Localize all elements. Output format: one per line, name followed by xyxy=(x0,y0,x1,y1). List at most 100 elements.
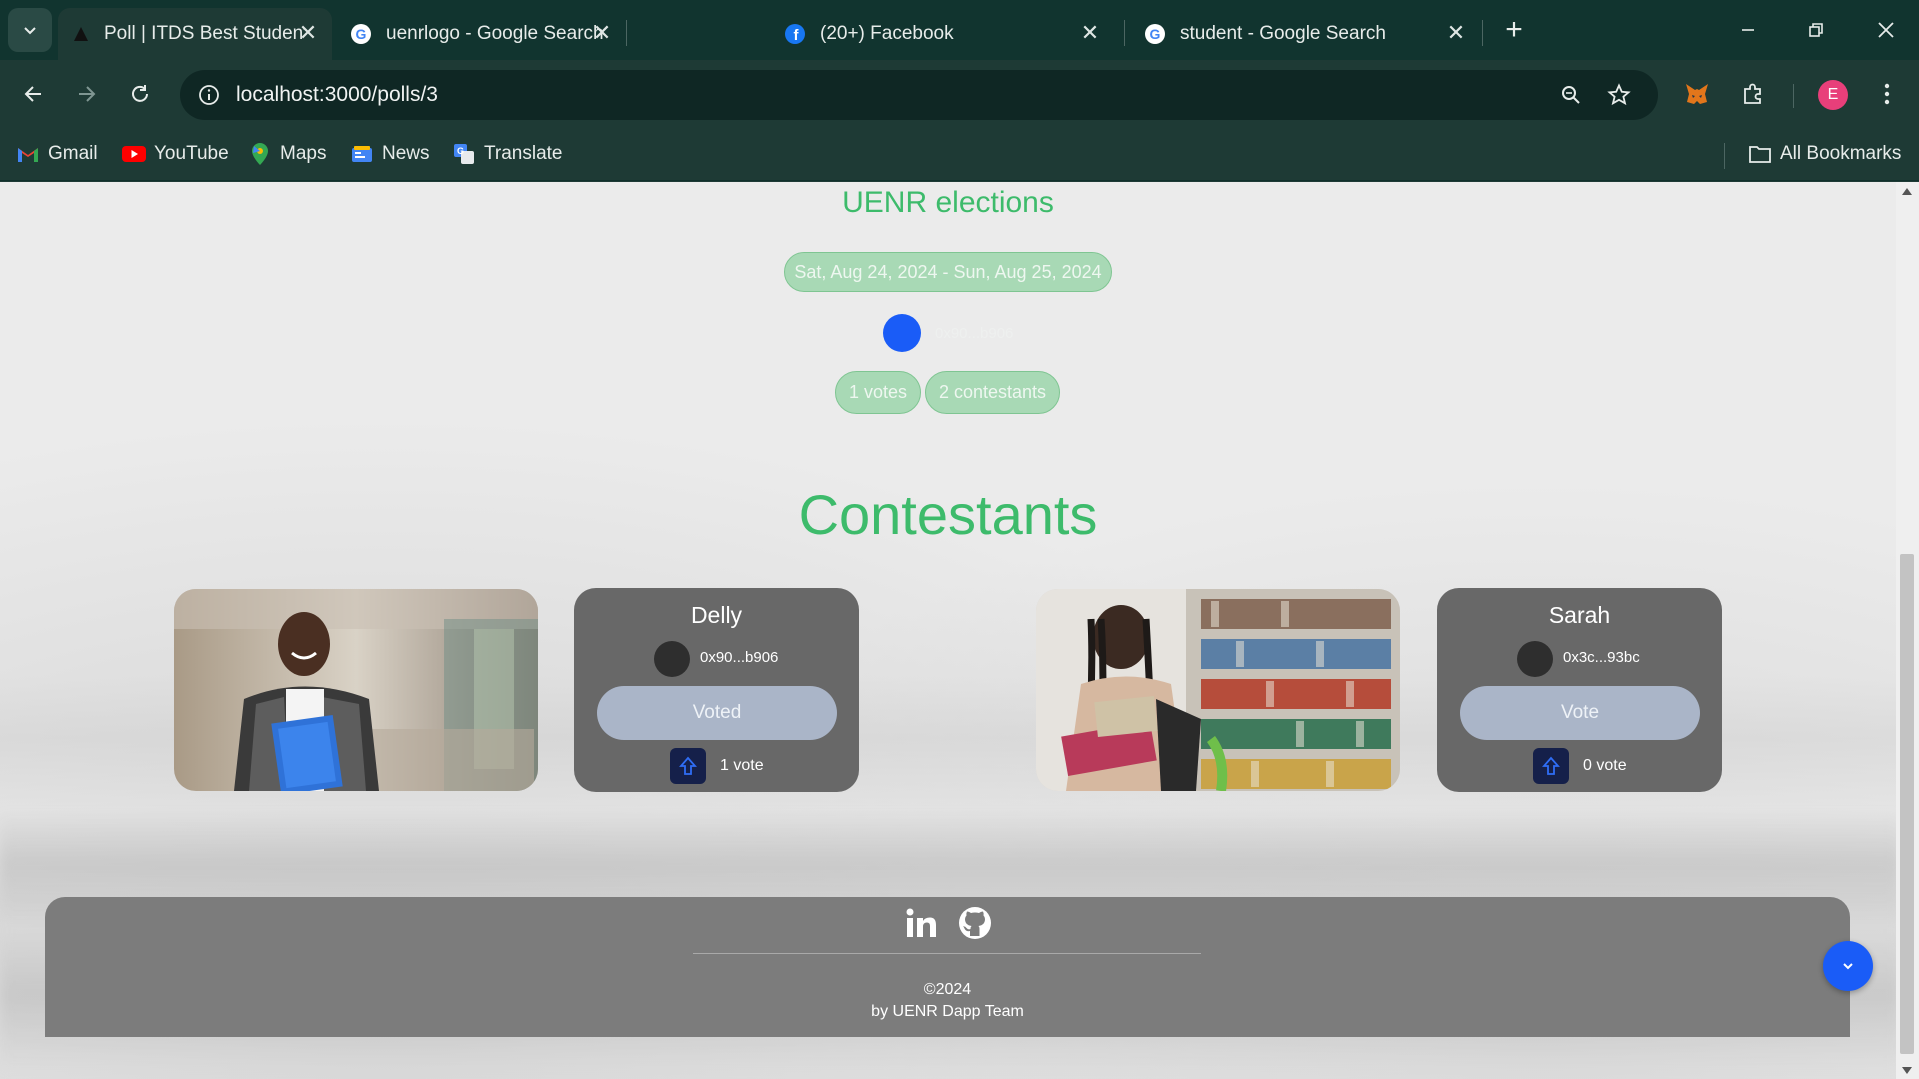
all-bookmarks-label: All Bookmarks xyxy=(1780,143,1902,164)
url-text: localhost:3000/polls/3 xyxy=(236,83,438,106)
triangle-logo-icon xyxy=(74,27,88,41)
arrow-left-icon xyxy=(24,86,41,102)
vote-count: 0 vote xyxy=(1583,757,1627,774)
minimize-button[interactable] xyxy=(1720,8,1776,52)
close-tab-icon[interactable]: ✕ xyxy=(1444,20,1468,45)
team-byline: by UENR Dapp Team xyxy=(871,1003,1024,1020)
page-footer: ©2024 by UENR Dapp Team xyxy=(45,897,1850,1037)
bookmark-label: Gmail xyxy=(48,143,98,164)
svg-text:G: G xyxy=(457,146,464,156)
bookmarks-bar: Gmail YouTube Maps News G Translate All … xyxy=(0,129,1919,181)
zoom-icon[interactable] xyxy=(1556,80,1586,110)
reload-icon xyxy=(132,85,148,102)
svg-text:G: G xyxy=(356,26,367,42)
scroll-up-arrow[interactable] xyxy=(1902,188,1912,195)
maps-icon xyxy=(248,142,272,166)
all-bookmarks-button[interactable]: All Bookmarks xyxy=(1748,139,1901,169)
bookmarks-separator xyxy=(1724,143,1725,169)
contestant-address: 0x3c...93bc xyxy=(1563,649,1640,666)
extensions-puzzle-icon[interactable] xyxy=(1734,75,1772,113)
poll-date-range: Sat, Aug 24, 2024 - Sun, Aug 25, 2024 xyxy=(784,252,1112,292)
contestant-photo-delly xyxy=(174,589,538,791)
back-button[interactable] xyxy=(14,74,54,114)
tab-separator xyxy=(1482,20,1483,46)
bookmark-label: Maps xyxy=(280,143,327,164)
tab-poll[interactable]: Poll | ITDS Best Student Awards ✕ xyxy=(58,8,332,60)
reload-button[interactable] xyxy=(120,74,160,114)
contestants-count-badge: 2 contestants xyxy=(925,371,1060,414)
bookmark-translate[interactable]: G Translate xyxy=(452,139,563,169)
github-icon[interactable] xyxy=(957,905,993,941)
toolbar-separator xyxy=(1793,84,1794,108)
upvote-icon[interactable] xyxy=(1533,748,1569,784)
contestant-name: Delly xyxy=(690,602,743,628)
svg-text:G: G xyxy=(1150,26,1161,42)
metamask-extension-icon[interactable] xyxy=(1678,75,1716,113)
footer-divider xyxy=(693,953,1201,954)
scroll-down-button[interactable] xyxy=(1823,941,1873,991)
tab-title: uenrlogo - Google Search xyxy=(386,23,604,44)
more-menu-icon[interactable] xyxy=(1868,75,1906,113)
bookmark-gmail[interactable]: Gmail xyxy=(16,139,98,169)
contestant-photo-sarah xyxy=(1036,589,1400,791)
tab-search-button[interactable] xyxy=(8,8,52,52)
google-icon: G xyxy=(1145,24,1165,44)
tab-title: Poll | ITDS Best Student Awards xyxy=(104,23,304,44)
tab-separator xyxy=(1124,20,1125,46)
bookmark-star-icon[interactable] xyxy=(1604,80,1634,110)
gmail-icon xyxy=(16,142,40,166)
folder-icon xyxy=(1748,142,1772,166)
close-tab-icon[interactable]: ✕ xyxy=(296,20,320,45)
bookmark-label: Translate xyxy=(484,143,563,164)
close-tab-icon[interactable]: ✕ xyxy=(590,20,614,45)
close-icon xyxy=(1878,22,1894,38)
contestant-card-sarah: Sarah 0x3c...93bc Vote 0 vote xyxy=(1437,588,1722,792)
profile-avatar[interactable]: E xyxy=(1818,80,1848,110)
social-links xyxy=(45,905,1850,941)
restore-button[interactable] xyxy=(1788,8,1844,52)
translate-icon: G xyxy=(452,142,476,166)
minimize-icon xyxy=(1742,29,1754,31)
close-tab-icon[interactable]: ✕ xyxy=(1078,20,1102,45)
arrow-right-icon xyxy=(79,86,96,102)
upvote-icon[interactable] xyxy=(670,748,706,784)
contestant-name: Sarah xyxy=(1548,602,1611,628)
new-tab-button[interactable]: + xyxy=(1494,12,1534,48)
tab-title: (20+) Facebook xyxy=(820,23,954,44)
copyright-text: ©2024 xyxy=(923,981,972,998)
bookmark-label: News xyxy=(382,143,430,164)
forward-button[interactable] xyxy=(66,74,106,114)
contestant-avatar xyxy=(654,641,690,677)
bookmark-news[interactable]: News xyxy=(350,139,430,169)
bookmark-youtube[interactable]: YouTube xyxy=(122,139,229,169)
page-scrollbar[interactable] xyxy=(1896,182,1919,1079)
news-icon xyxy=(350,142,374,166)
address-bar[interactable]: localhost:3000/polls/3 xyxy=(180,70,1658,120)
vote-count: 1 vote xyxy=(720,757,764,774)
contestant-card-delly: Delly 0x90...b906 Voted 1 vote xyxy=(574,588,859,792)
tab-title: student - Google Search xyxy=(1180,23,1386,44)
bookmark-maps[interactable]: Maps xyxy=(248,139,326,169)
tab-uenrlogo-search[interactable]: G uenrlogo - Google Search ✕ xyxy=(336,8,626,60)
site-info-icon[interactable] xyxy=(194,80,224,110)
contestant-avatar xyxy=(1517,641,1553,677)
youtube-icon xyxy=(122,142,146,166)
scroll-down-arrow[interactable] xyxy=(1902,1067,1912,1074)
scrollbar-thumb[interactable] xyxy=(1900,554,1914,1054)
tab-student-search[interactable]: G student - Google Search ✕ xyxy=(1130,8,1480,60)
page-viewport: UENR elections Sat, Aug 24, 2024 - Sun, … xyxy=(0,182,1919,1079)
vote-button[interactable]: Vote xyxy=(1460,686,1700,740)
linkedin-icon[interactable] xyxy=(903,905,939,941)
tab-facebook[interactable]: f (20+) Facebook ✕ xyxy=(770,8,1114,60)
contestant-address: 0x90...b906 xyxy=(700,649,779,666)
close-window-button[interactable] xyxy=(1858,8,1914,52)
owner-avatar xyxy=(883,314,921,352)
chevron-down-icon xyxy=(1843,963,1853,970)
contestants-heading: Contestants xyxy=(798,483,1098,546)
facebook-icon: f xyxy=(785,24,805,44)
voted-button[interactable]: Voted xyxy=(597,686,837,740)
poll-title: UENR elections xyxy=(842,186,1054,219)
bookmark-label: YouTube xyxy=(154,143,229,164)
votes-count-badge: 1 votes xyxy=(835,371,921,414)
poll-owner: 0x90...b906 xyxy=(883,314,1013,352)
